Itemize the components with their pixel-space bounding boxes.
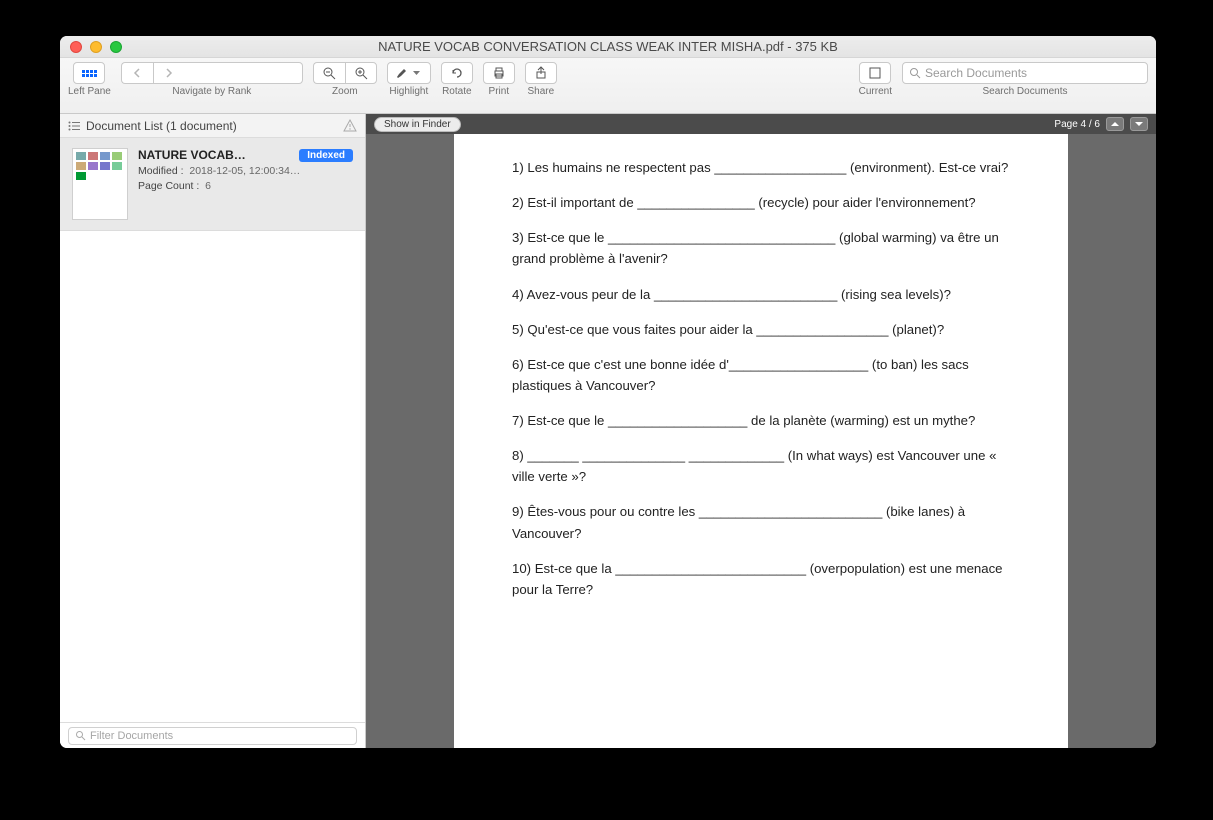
sidebar: Document List (1 document) NATURE VOCAB…… bbox=[60, 114, 366, 748]
document-list-header: Document List (1 document) bbox=[60, 114, 365, 138]
document-line: 4) Avez-vous peur de la ________________… bbox=[512, 284, 1010, 305]
share-button[interactable] bbox=[525, 62, 557, 84]
filter-input[interactable] bbox=[90, 730, 350, 742]
filter-bar bbox=[60, 722, 365, 748]
document-thumbnail bbox=[72, 148, 128, 220]
filter-documents-box[interactable] bbox=[68, 727, 357, 745]
share-label: Share bbox=[527, 86, 554, 97]
navigate-label: Navigate by Rank bbox=[172, 86, 251, 97]
search-input[interactable] bbox=[925, 66, 1141, 80]
document-line: 5) Qu'est-ce que vous faites pour aider … bbox=[512, 319, 1010, 340]
page-indicator: Page 4 / 6 bbox=[1054, 119, 1100, 130]
zoom-out-button[interactable] bbox=[313, 62, 345, 84]
window-title: NATURE VOCAB CONVERSATION CLASS WEAK INT… bbox=[60, 39, 1156, 54]
rotate-icon bbox=[450, 66, 464, 80]
leftpane-toggle-button[interactable] bbox=[73, 62, 105, 84]
printer-icon bbox=[492, 66, 506, 80]
modified-value: 2018-12-05, 12:00:34… bbox=[189, 165, 300, 177]
highlighter-icon bbox=[394, 66, 408, 80]
search-documents-box[interactable] bbox=[902, 62, 1148, 84]
document-title: NATURE VOCAB… bbox=[138, 148, 246, 162]
chevron-down-icon bbox=[410, 66, 424, 80]
rotate-button[interactable] bbox=[441, 62, 473, 84]
zoom-out-icon bbox=[322, 66, 336, 80]
chevron-right-icon bbox=[162, 66, 176, 80]
page-scroll-area[interactable]: 1) Les humains ne respectent pas _______… bbox=[366, 134, 1156, 748]
indexed-badge: Indexed bbox=[299, 149, 353, 162]
page-down-button[interactable] bbox=[1130, 117, 1148, 131]
modified-label: Modified : bbox=[138, 165, 184, 177]
zoom-in-button[interactable] bbox=[345, 62, 377, 84]
rotate-label: Rotate bbox=[442, 86, 471, 97]
document-list: NATURE VOCAB… Indexed Modified : 2018-12… bbox=[60, 138, 365, 722]
search-icon bbox=[75, 730, 86, 741]
rank-field[interactable] bbox=[185, 62, 303, 84]
grid-icon bbox=[82, 66, 96, 80]
viewer-header: Show in Finder Page 4 / 6 bbox=[366, 114, 1156, 134]
page-up-button[interactable] bbox=[1106, 117, 1124, 131]
square-icon bbox=[868, 66, 882, 80]
current-label: Current bbox=[859, 86, 892, 97]
pdf-page: 1) Les humains ne respectent pas _______… bbox=[454, 134, 1068, 748]
show-in-finder-button[interactable]: Show in Finder bbox=[374, 117, 461, 132]
chevron-left-icon bbox=[130, 66, 144, 80]
zoom-window-button[interactable] bbox=[110, 41, 122, 53]
document-list-item[interactable]: NATURE VOCAB… Indexed Modified : 2018-12… bbox=[60, 138, 365, 231]
pdf-viewer: Show in Finder Page 4 / 6 1) Les humains… bbox=[366, 114, 1156, 748]
leftpane-label: Left Pane bbox=[68, 86, 111, 97]
print-label: Print bbox=[489, 86, 510, 97]
page-count-label: Page Count : bbox=[138, 180, 199, 192]
document-line: 7) Est-ce que le ___________________ de … bbox=[512, 410, 1010, 431]
warning-icon bbox=[343, 119, 357, 132]
document-line: 2) Est-il important de ________________ … bbox=[512, 192, 1010, 213]
document-list-title: Document List (1 document) bbox=[86, 119, 237, 133]
highlight-button[interactable] bbox=[387, 62, 431, 84]
share-icon bbox=[534, 66, 548, 80]
document-line: 9) Êtes-vous pour ou contre les ________… bbox=[512, 501, 1010, 543]
page-count-value: 6 bbox=[205, 180, 211, 192]
close-window-button[interactable] bbox=[70, 41, 82, 53]
document-line: 6) Est-ce que c'est une bonne idée d'___… bbox=[512, 354, 1010, 396]
navigate-segment bbox=[121, 62, 303, 84]
zoom-label: Zoom bbox=[332, 86, 358, 97]
list-icon bbox=[68, 121, 80, 131]
minimize-window-button[interactable] bbox=[90, 41, 102, 53]
document-line: 3) Est-ce que le _______________________… bbox=[512, 227, 1010, 269]
print-button[interactable] bbox=[483, 62, 515, 84]
search-icon bbox=[909, 67, 921, 79]
highlight-label: Highlight bbox=[389, 86, 428, 97]
document-line: 1) Les humains ne respectent pas _______… bbox=[512, 157, 1010, 178]
toolbar: Left Pane Navigate by Rank bbox=[60, 58, 1156, 114]
traffic-lights bbox=[60, 41, 122, 53]
document-line: 8) _______ ______________ _____________ … bbox=[512, 445, 1010, 487]
nav-prev-button[interactable] bbox=[121, 62, 153, 84]
document-line: 10) Est-ce que la ______________________… bbox=[512, 558, 1010, 600]
zoom-in-icon bbox=[354, 66, 368, 80]
search-label: Search Documents bbox=[982, 86, 1067, 97]
current-button[interactable] bbox=[859, 62, 891, 84]
titlebar: NATURE VOCAB CONVERSATION CLASS WEAK INT… bbox=[60, 36, 1156, 58]
app-window: NATURE VOCAB CONVERSATION CLASS WEAK INT… bbox=[60, 36, 1156, 748]
nav-next-button[interactable] bbox=[153, 62, 185, 84]
